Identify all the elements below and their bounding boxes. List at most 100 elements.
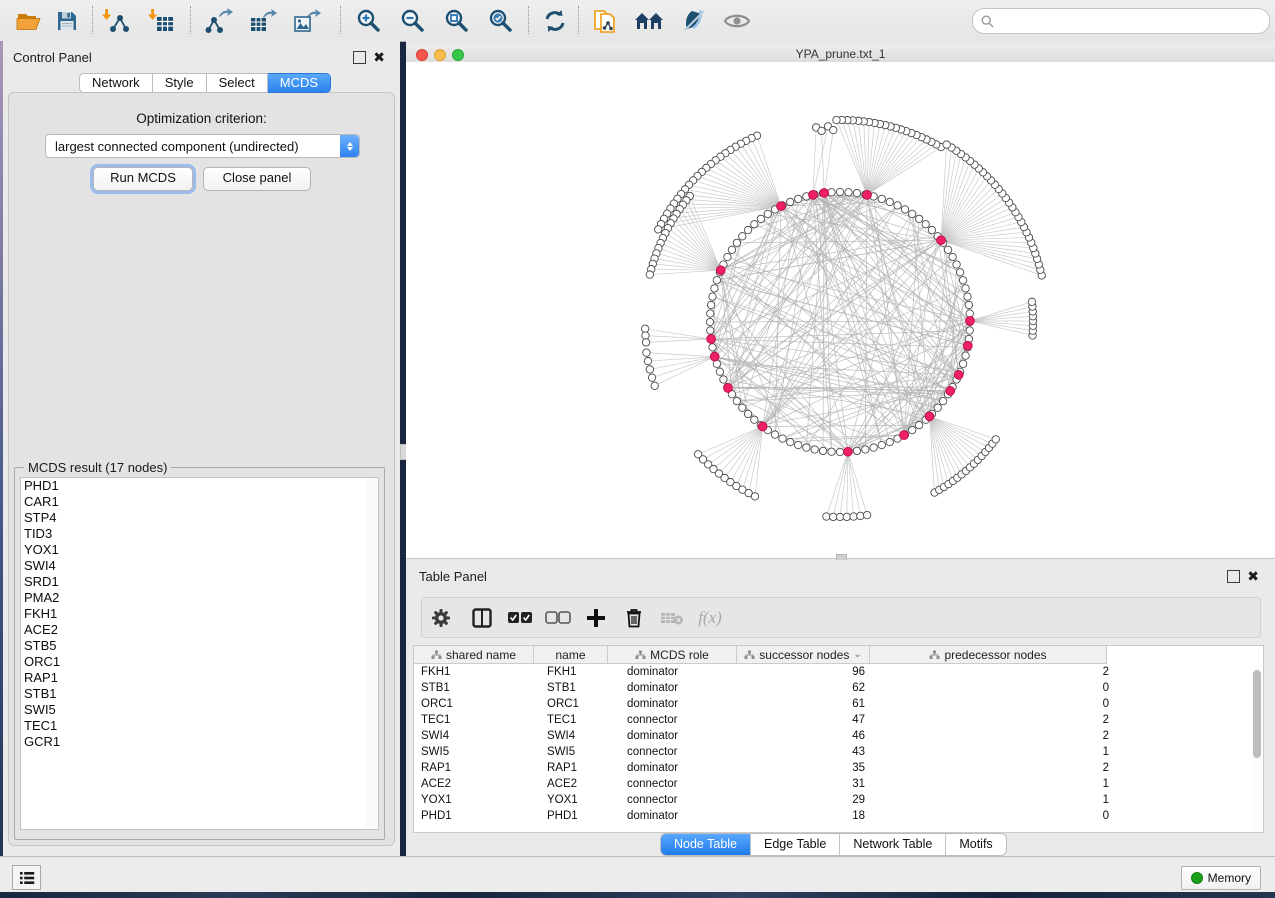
close-panel-icon[interactable]: ✖ (373, 52, 385, 63)
network-node[interactable] (744, 410, 751, 417)
network-node[interactable] (787, 438, 794, 445)
network-node[interactable] (939, 397, 946, 404)
mcds-result-list[interactable]: PHD1CAR1STP4TID3YOX1SWI4SRD1PMA2FKH1ACE2… (20, 477, 367, 830)
network-node[interactable] (642, 339, 649, 346)
tab-network-table[interactable]: Network Table (840, 834, 946, 855)
network-node[interactable] (1028, 298, 1035, 305)
network-node[interactable] (644, 357, 651, 364)
mcds-result-item[interactable]: STB1 (21, 686, 366, 702)
table-cell[interactable]: 0 (887, 698, 1123, 710)
export-network-icon[interactable] (202, 4, 236, 37)
network-hub-node[interactable] (716, 266, 725, 275)
network-node[interactable] (707, 310, 714, 317)
tab-mcds[interactable]: MCDS (268, 73, 331, 93)
table-row[interactable]: STB1STB1dominator620 (414, 680, 1263, 696)
network-node[interactable] (862, 446, 869, 453)
network-node[interactable] (713, 277, 720, 284)
table-cell[interactable]: dominator (620, 730, 755, 742)
table-cell[interactable]: PHD1 (540, 810, 620, 822)
network-node[interactable] (646, 366, 653, 373)
open-file-icon[interactable] (12, 4, 46, 37)
network-hub-node[interactable] (707, 335, 716, 344)
table-cell[interactable]: dominator (620, 698, 755, 710)
table-cell[interactable]: 2 (887, 666, 1123, 678)
network-node[interactable] (795, 441, 802, 448)
table-cell[interactable]: connector (620, 746, 755, 758)
table-cell[interactable]: STB1 (414, 682, 540, 694)
mcds-result-item[interactable]: STB5 (21, 638, 366, 654)
network-node[interactable] (643, 349, 650, 356)
table-row[interactable]: ORC1ORC1dominator610 (414, 696, 1263, 712)
network-node[interactable] (830, 126, 837, 133)
network-node[interactable] (959, 360, 966, 367)
network-node[interactable] (863, 511, 870, 518)
network-node[interactable] (751, 493, 758, 500)
table-cell[interactable]: dominator (620, 666, 755, 678)
mcds-result-item[interactable]: ORC1 (21, 654, 366, 670)
network-node[interactable] (829, 513, 836, 520)
network-node[interactable] (779, 435, 786, 442)
refresh-icon[interactable] (538, 4, 572, 37)
network-node[interactable] (641, 325, 648, 332)
table-cell[interactable]: 2 (887, 730, 1123, 742)
table-cell[interactable]: 0 (887, 810, 1123, 822)
network-node[interactable] (655, 226, 662, 233)
network-node[interactable] (943, 141, 950, 148)
network-hub-node[interactable] (809, 190, 818, 199)
network-node[interactable] (934, 404, 941, 411)
network-node[interactable] (966, 327, 973, 334)
mcds-result-item[interactable]: PMA2 (21, 590, 366, 606)
network-node[interactable] (751, 221, 758, 228)
network-hub-node[interactable] (900, 431, 909, 440)
show-graphics-details-icon[interactable] (720, 4, 754, 37)
show-column-panel-icon[interactable] (463, 608, 501, 628)
table-row[interactable]: SWI5SWI5connector431 (414, 744, 1263, 760)
network-node[interactable] (811, 446, 818, 453)
table-cell[interactable]: FKH1 (540, 666, 620, 678)
mcds-result-item[interactable]: CAR1 (21, 494, 366, 510)
mcds-result-item[interactable]: TID3 (21, 526, 366, 542)
mcds-result-item[interactable]: SWI4 (21, 558, 366, 574)
table-cell[interactable]: 0 (887, 682, 1123, 694)
table-scrollbar[interactable] (1251, 665, 1262, 831)
column-header-predecessor-nodes[interactable]: predecessor nodes (870, 646, 1107, 664)
network-node[interactable] (964, 293, 971, 300)
table-cell[interactable]: RAP1 (414, 762, 540, 774)
table-row[interactable]: FKH1FKH1dominator962 (414, 664, 1263, 680)
network-node[interactable] (965, 301, 972, 308)
mcds-result-item[interactable]: STP4 (21, 510, 366, 526)
zoom-fit-icon[interactable] (440, 4, 474, 37)
table-cell[interactable]: ACE2 (540, 778, 620, 790)
table-cell[interactable]: 43 (755, 746, 887, 758)
network-node[interactable] (751, 416, 758, 423)
mcds-list-scrollbar[interactable] (365, 477, 379, 830)
table-cell[interactable]: YOX1 (414, 794, 540, 806)
task-history-button[interactable] (12, 865, 41, 890)
table-cell[interactable]: RAP1 (540, 762, 620, 774)
network-node[interactable] (646, 271, 653, 278)
network-hub-node[interactable] (963, 341, 972, 350)
network-node[interactable] (651, 382, 658, 389)
network-node[interactable] (771, 431, 778, 438)
zoom-in-icon[interactable] (352, 4, 386, 37)
table-cell[interactable]: 62 (755, 682, 887, 694)
network-node[interactable] (724, 253, 731, 260)
network-node[interactable] (915, 215, 922, 222)
network-hub-node[interactable] (820, 189, 829, 198)
network-node[interactable] (857, 512, 864, 519)
table-cell[interactable]: STB1 (540, 682, 620, 694)
network-hub-node[interactable] (710, 352, 719, 361)
network-node[interactable] (833, 116, 840, 123)
table-cell[interactable]: SWI5 (540, 746, 620, 758)
network-node[interactable] (953, 261, 960, 268)
network-node[interactable] (886, 198, 893, 205)
search-input[interactable] (998, 11, 1269, 31)
table-row[interactable]: SWI4SWI4dominator462 (414, 728, 1263, 744)
table-scrollbar-thumb[interactable] (1253, 670, 1261, 758)
table-cell[interactable]: 29 (755, 794, 887, 806)
table-row[interactable]: ACE2ACE2connector311 (414, 776, 1263, 792)
table-cell[interactable]: 61 (755, 698, 887, 710)
network-node[interactable] (922, 221, 929, 228)
network-node[interactable] (709, 293, 716, 300)
mcds-result-item[interactable]: GCR1 (21, 734, 366, 750)
